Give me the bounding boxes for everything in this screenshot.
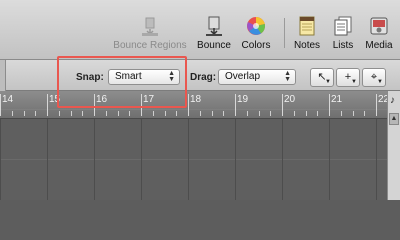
bar-number: 15	[49, 94, 61, 105]
bar-line	[0, 94, 1, 116]
bar-number: 20	[284, 94, 296, 105]
beat-tick	[306, 111, 307, 116]
bounce-icon	[206, 16, 222, 36]
grid-line	[282, 119, 283, 200]
bar-line	[376, 94, 377, 116]
popup-arrows-icon: ▲ ▼	[284, 70, 291, 83]
beat-tick	[24, 111, 25, 116]
beat-tick	[317, 111, 318, 116]
music-note-icon: ♪	[390, 95, 395, 106]
bar-number: 19	[237, 94, 249, 105]
beat-tick	[247, 111, 248, 116]
bar-number: 14	[2, 94, 14, 105]
grid-line	[47, 119, 48, 200]
snap-label: Snap:	[76, 72, 104, 83]
beat-tick	[294, 111, 295, 116]
grid-line	[188, 119, 189, 200]
snap-value: Smart	[115, 71, 142, 82]
beat-tick	[12, 111, 13, 116]
lists-button[interactable]: Lists	[328, 15, 358, 51]
beat-tick	[118, 111, 119, 116]
chevron-down-icon: ▼	[325, 79, 331, 85]
bar-edge	[0, 60, 6, 91]
beat-tick	[82, 111, 83, 116]
notes-label: Notes	[293, 40, 321, 51]
snap-popup[interactable]: Smart ▲ ▼	[108, 69, 180, 85]
bounce-button[interactable]: Bounce	[196, 15, 232, 51]
media-icon	[370, 17, 388, 35]
beat-tick	[200, 111, 201, 116]
grid-line	[0, 119, 1, 200]
marquee-tool-button[interactable]: ⌖ ▼	[362, 68, 386, 87]
main-toolbar: Bounce Regions Bounce Colors Notes Lists…	[0, 0, 400, 60]
beat-tick	[212, 111, 213, 116]
bar-line	[235, 94, 236, 116]
beat-tick	[106, 111, 107, 116]
drag-popup[interactable]: Overlap ▲ ▼	[218, 69, 296, 85]
beat-tick	[71, 111, 72, 116]
beat-tick	[364, 111, 365, 116]
popup-arrows-icon: ▲ ▼	[168, 70, 175, 83]
colors-label: Colors	[241, 40, 271, 51]
scroll-up-button[interactable]: ▲	[389, 113, 399, 125]
bounce-regions-icon	[142, 17, 158, 36]
pencil-tool-button[interactable]: + ▼	[336, 68, 360, 87]
beat-tick	[153, 111, 154, 116]
bounce-regions-label: Bounce Regions	[113, 40, 187, 51]
beat-tick	[176, 111, 177, 116]
beat-tick	[35, 111, 36, 116]
chevron-down-icon: ▼	[377, 79, 383, 85]
beat-tick	[341, 111, 342, 116]
grid-line	[94, 119, 95, 200]
beat-tick	[270, 111, 271, 116]
bar-number: 16	[96, 94, 108, 105]
media-label: Media	[365, 40, 393, 51]
lists-label: Lists	[332, 40, 354, 51]
toolbar-separator	[284, 18, 285, 48]
bar-number: 18	[190, 94, 202, 105]
beat-tick	[59, 111, 60, 116]
bar-line	[141, 94, 142, 116]
beat-tick	[259, 111, 260, 116]
notes-button[interactable]: Notes	[290, 15, 324, 51]
grid-line	[141, 119, 142, 200]
media-button[interactable]: Media	[362, 15, 396, 51]
right-side-strip: ♪ ▲	[387, 91, 400, 200]
grid-line	[235, 119, 236, 200]
bar-number: 17	[143, 94, 155, 105]
beat-tick	[353, 111, 354, 116]
beat-tick	[129, 111, 130, 116]
bar-number: 21	[331, 94, 343, 105]
bar-line	[47, 94, 48, 116]
grid-line	[329, 119, 330, 200]
pointer-tool-button[interactable]: ↖ ▼	[310, 68, 334, 87]
grid-line	[376, 119, 377, 200]
bounce-label: Bounce	[197, 40, 231, 51]
bar-ruler[interactable]: 14 15 16 17 18 19 20 21 22	[0, 91, 389, 119]
colors-button[interactable]: Colors	[238, 15, 274, 51]
arrange-area[interactable]	[0, 119, 387, 200]
chevron-down-icon: ▼	[351, 79, 357, 85]
bar-line	[188, 94, 189, 116]
colors-icon	[247, 16, 266, 35]
lists-icon	[334, 16, 352, 36]
bounce-regions-button[interactable]: Bounce Regions	[112, 15, 188, 51]
arrange-controls-bar: Snap: Smart ▲ ▼ Drag: Overlap ▲ ▼ ↖ ▼ + ▼ …	[0, 60, 400, 91]
drag-value: Overlap	[225, 71, 261, 82]
bar-line	[329, 94, 330, 116]
beat-tick	[223, 111, 224, 116]
bar-line	[94, 94, 95, 116]
beat-tick	[165, 111, 166, 116]
bar-line	[282, 94, 283, 116]
drag-label: Drag:	[190, 72, 217, 83]
notes-icon	[299, 16, 315, 36]
